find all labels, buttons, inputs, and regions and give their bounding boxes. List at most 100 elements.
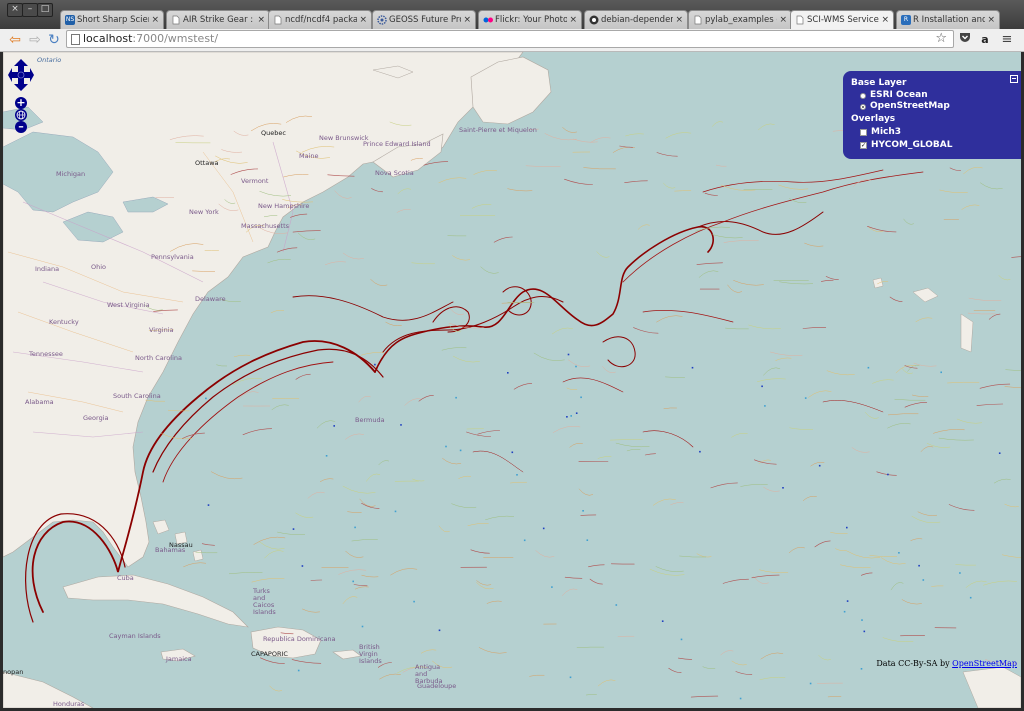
gulf-stream-path bbox=[382, 296, 564, 353]
faint-current-path bbox=[665, 376, 685, 378]
map-attribution: Data CC-By-SA by OpenStreetMap bbox=[876, 659, 1017, 668]
slow-current-marker bbox=[782, 487, 784, 489]
faint-current-path bbox=[297, 232, 316, 240]
moderate-current-path bbox=[418, 395, 434, 402]
faint-current-path bbox=[939, 189, 968, 193]
slow-current-marker bbox=[804, 397, 807, 399]
moderate-current-path bbox=[825, 276, 839, 280]
tab-close-icon[interactable]: × bbox=[779, 11, 787, 29]
faint-current-path bbox=[411, 262, 435, 265]
base-layer-option-esri[interactable]: ESRI Ocean bbox=[851, 90, 1013, 101]
moderate-current-path bbox=[477, 430, 500, 435]
pan-arrows-icon[interactable] bbox=[8, 59, 34, 93]
tab-close-icon[interactable]: × bbox=[987, 11, 995, 29]
faint-current-path bbox=[760, 652, 784, 660]
browser-tab-2[interactable]: AIR Strike Gear : A × bbox=[166, 10, 270, 29]
gulf-stream-path bbox=[292, 295, 454, 321]
window-maximize-button[interactable]: □ bbox=[37, 3, 53, 17]
tab-close-icon[interactable]: × bbox=[463, 11, 471, 29]
slow-current-marker bbox=[898, 552, 900, 554]
map-label-virgin: British Virgin Islands bbox=[359, 643, 382, 665]
tab-close-icon[interactable]: × bbox=[569, 11, 577, 29]
tab-close-icon[interactable]: × bbox=[359, 11, 367, 29]
tab-label: debian-dependenc bbox=[601, 15, 673, 25]
back-button[interactable]: ⇦ bbox=[6, 31, 24, 49]
menu-icon[interactable]: ≡ bbox=[999, 32, 1015, 48]
forward-button[interactable]: ⇨ bbox=[26, 31, 44, 49]
moderate-current-path bbox=[353, 584, 368, 587]
mich3-checkbox[interactable] bbox=[860, 129, 867, 136]
browser-tab-8[interactable]: SCI-WMS Service T × bbox=[790, 10, 894, 30]
slow-current-marker bbox=[940, 371, 942, 374]
faint-current-path bbox=[270, 309, 285, 314]
attribution-text: Data CC-By-SA by bbox=[876, 659, 953, 668]
map-label-pennsylvania: Pennsylvania bbox=[151, 253, 194, 261]
esri-ocean-radio[interactable] bbox=[860, 92, 866, 99]
slow-current-marker bbox=[542, 527, 545, 530]
faint-current-path bbox=[210, 471, 243, 480]
tab-label: SCI-WMS Service T bbox=[807, 15, 879, 25]
faint-current-path bbox=[1005, 369, 1021, 372]
faint-current-path bbox=[911, 516, 941, 524]
browser-tab-7[interactable]: pylab_examples ex× bbox=[688, 10, 792, 29]
tab-label: AIR Strike Gear : A bbox=[183, 15, 255, 25]
tab-favicon-icon bbox=[795, 15, 805, 25]
browser-tab-4[interactable]: GEOSS Future Pro × bbox=[372, 10, 476, 29]
faint-current-path bbox=[617, 635, 635, 638]
faint-current-path bbox=[818, 655, 831, 661]
faint-current-path bbox=[1001, 554, 1021, 558]
pocket-icon[interactable] bbox=[957, 32, 973, 48]
faint-current-path bbox=[228, 572, 263, 575]
browser-tab-9[interactable]: RR Installation and × bbox=[896, 10, 1000, 29]
slow-current-marker bbox=[867, 366, 870, 369]
browser-tab-6[interactable]: debian-dependenc × bbox=[584, 10, 688, 29]
gulf-stream-path bbox=[152, 348, 384, 473]
faint-current-path bbox=[452, 255, 471, 261]
moderate-current-path bbox=[513, 383, 533, 390]
zoom-out-button[interactable]: – bbox=[15, 121, 27, 133]
faint-current-path bbox=[956, 418, 983, 424]
address-bar[interactable]: localhost:7000/wmstest/ ☆ bbox=[66, 30, 954, 48]
map-label-alabama: Alabama bbox=[25, 398, 54, 406]
reload-button[interactable]: ↻ bbox=[45, 31, 63, 49]
hycom-global-checkbox[interactable]: ✓ bbox=[860, 142, 867, 149]
openstreetmap-radio[interactable] bbox=[860, 103, 866, 110]
faint-current-path bbox=[529, 674, 545, 677]
faint-current-path bbox=[846, 550, 881, 559]
faint-current-path bbox=[1004, 386, 1021, 389]
faint-current-path bbox=[869, 555, 898, 558]
tab-close-icon[interactable]: × bbox=[257, 11, 265, 29]
slow-current-marker bbox=[680, 638, 683, 641]
slow-current-marker bbox=[809, 682, 812, 685]
openstreetmap-attribution-link[interactable]: OpenStreetMap bbox=[952, 659, 1017, 668]
map-label-indiana: Indiana bbox=[35, 265, 60, 273]
moderate-current-path bbox=[976, 403, 1004, 406]
map-label-west-virginia: West Virginia bbox=[107, 301, 150, 309]
zoom-in-button[interactable]: + bbox=[15, 97, 27, 109]
layer-switcher-minimize-button[interactable] bbox=[1010, 75, 1018, 83]
faint-current-path bbox=[585, 694, 597, 696]
faint-current-path bbox=[917, 511, 938, 516]
overlay-option-hycom[interactable]: ✓ HYCOM_GLOBAL bbox=[851, 140, 1013, 151]
browser-tab-3[interactable]: ncdf/ncdf4 packa × bbox=[268, 10, 372, 29]
bookmark-star-icon[interactable]: ☆ bbox=[935, 31, 947, 47]
amazon-icon[interactable]: a bbox=[977, 32, 993, 48]
faint-current-path bbox=[576, 646, 605, 648]
browser-tab-5[interactable]: Flickr: Your Photos × bbox=[478, 10, 582, 29]
map-label-michigan: Michigan bbox=[56, 170, 86, 178]
faint-current-path bbox=[535, 550, 555, 558]
faint-current-path bbox=[566, 387, 578, 391]
moderate-current-path bbox=[710, 482, 738, 489]
tab-close-icon[interactable]: × bbox=[881, 11, 889, 29]
base-layer-option-osm[interactable]: OpenStreetMap bbox=[851, 101, 1013, 112]
window-close-button[interactable]: × bbox=[7, 3, 23, 17]
overlay-option-mich3[interactable]: Mich3 bbox=[851, 127, 1013, 138]
tab-close-icon[interactable]: × bbox=[151, 11, 159, 29]
browser-tab-1[interactable]: NS Short Sharp Scien × bbox=[60, 10, 164, 29]
map-label-port: CAPAPORIC bbox=[251, 650, 288, 658]
map-viewport[interactable]: Ontario Quebec Ottawa New Brunswick Prin… bbox=[3, 52, 1021, 708]
tab-close-icon[interactable]: × bbox=[675, 11, 683, 29]
faint-current-path bbox=[961, 204, 980, 210]
window-minimize-button[interactable]: – bbox=[22, 3, 38, 17]
pan-zoom-control: + – bbox=[8, 59, 34, 179]
